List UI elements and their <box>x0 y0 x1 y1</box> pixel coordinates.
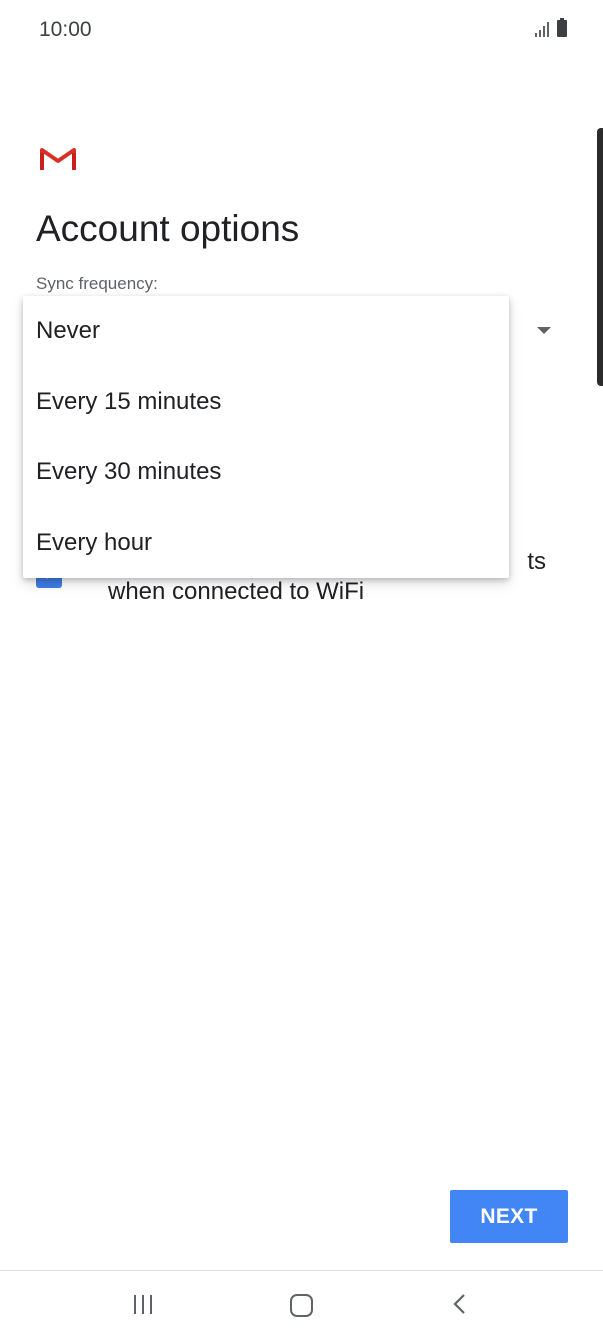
recent-apps-icon[interactable] <box>134 1295 152 1314</box>
menu-item-every-hour[interactable]: Every hour <box>23 508 509 579</box>
sync-frequency-menu: Never Every 15 minutes Every 30 minutes … <box>23 296 509 578</box>
battery-icon <box>557 18 567 37</box>
status-time: 10:00 <box>39 18 92 41</box>
back-icon[interactable] <box>452 1293 466 1315</box>
menu-item-every-30-minutes[interactable]: Every 30 minutes <box>23 437 509 508</box>
page-title: Account options <box>36 208 300 249</box>
status-icons <box>535 18 567 37</box>
scrollbar[interactable] <box>597 128 603 386</box>
signal-icon <box>535 21 549 37</box>
home-icon[interactable] <box>290 1294 313 1317</box>
next-button[interactable]: NEXT <box>450 1190 568 1243</box>
attachments-label-line2: when connected to WiFi <box>108 578 365 605</box>
gmail-logo-icon <box>40 148 76 170</box>
menu-item-every-15-minutes[interactable]: Every 15 minutes <box>23 367 509 438</box>
sync-frequency-label: Sync frequency: <box>36 274 158 293</box>
navigation-bar <box>0 1271 603 1340</box>
dropdown-arrow-icon[interactable] <box>537 327 551 334</box>
status-bar: 10:00 <box>0 0 603 60</box>
menu-item-never[interactable]: Never <box>23 296 509 367</box>
